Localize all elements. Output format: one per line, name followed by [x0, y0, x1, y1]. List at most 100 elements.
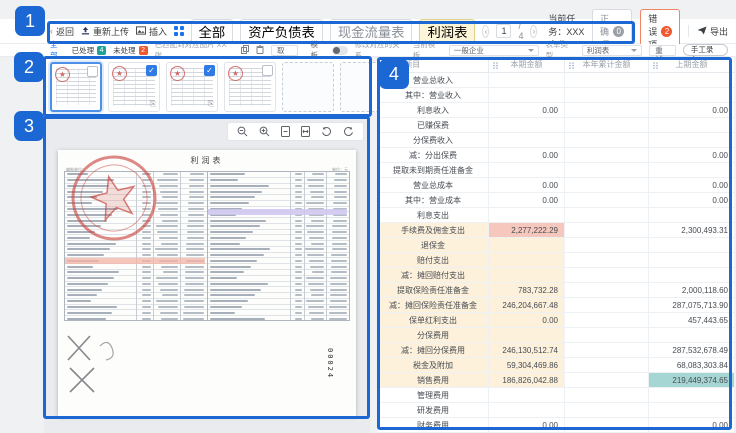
- table-row[interactable]: 分保费收入: [378, 133, 734, 148]
- page-next-button[interactable]: ›: [530, 25, 537, 38]
- zoom-in-icon[interactable]: [259, 126, 270, 137]
- current-amount-cell[interactable]: 0.00: [488, 103, 564, 117]
- form-type-select[interactable]: 利润表: [582, 45, 643, 56]
- current-amount-cell[interactable]: 186,826,042.88: [488, 373, 564, 387]
- current-amount-cell[interactable]: [488, 88, 564, 102]
- rotate-right-icon[interactable]: [343, 126, 354, 137]
- table-row[interactable]: 提取未到期责任准备金: [378, 163, 734, 178]
- table-row[interactable]: 营业总收入: [378, 73, 734, 88]
- back-button[interactable]: ‹ 返回: [50, 25, 74, 38]
- ytd-amount-cell[interactable]: [564, 313, 648, 327]
- fit-width-icon[interactable]: [301, 126, 310, 137]
- retry-button[interactable]: 重试: [649, 45, 676, 56]
- manual-entry-button[interactable]: 手工录入: [683, 44, 728, 56]
- ytd-amount-cell[interactable]: [564, 403, 648, 417]
- ytd-amount-cell[interactable]: [564, 373, 648, 387]
- prior-amount-cell[interactable]: 0.00: [648, 148, 734, 162]
- prior-amount-cell[interactable]: [648, 208, 734, 222]
- current-amount-cell[interactable]: 59,304,469.86: [488, 358, 564, 372]
- thumbnail-empty-slot[interactable]: [282, 62, 334, 112]
- prior-amount-cell[interactable]: [648, 388, 734, 402]
- table-row[interactable]: 销售费用186,826,042.88219,449,374.65: [378, 373, 734, 388]
- column-header-current[interactable]: 本期金额: [488, 57, 564, 72]
- table-row[interactable]: 退保金: [378, 238, 734, 253]
- current-template-select[interactable]: 一般企业: [449, 45, 539, 56]
- current-amount-cell[interactable]: 0.00: [488, 193, 564, 207]
- processed-filter-tab[interactable]: 已处理 4: [72, 45, 107, 56]
- ytd-amount-cell[interactable]: [564, 163, 648, 177]
- ytd-amount-cell[interactable]: [564, 133, 648, 147]
- current-amount-cell[interactable]: [488, 268, 564, 282]
- thumbnail-item[interactable]: ★: [224, 62, 276, 112]
- current-amount-cell[interactable]: 783,732.28: [488, 283, 564, 297]
- grid-view-icon[interactable]: [174, 26, 184, 36]
- prior-amount-cell[interactable]: 2,000,118.60: [648, 283, 734, 297]
- column-header-ytd[interactable]: 本年累计金额: [564, 57, 648, 72]
- thumbnail-checkbox[interactable]: ✓: [204, 65, 215, 76]
- prior-amount-cell[interactable]: 0.00: [648, 178, 734, 192]
- table-row[interactable]: 营业总成本0.000.00: [378, 178, 734, 193]
- prior-amount-cell[interactable]: [648, 268, 734, 282]
- prior-amount-cell[interactable]: [648, 403, 734, 417]
- ytd-amount-cell[interactable]: [564, 88, 648, 102]
- prior-amount-cell[interactable]: 457,443.65: [648, 313, 734, 327]
- table-row[interactable]: 管理费用: [378, 388, 734, 403]
- prior-amount-cell[interactable]: 0.00: [648, 103, 734, 117]
- table-row[interactable]: 减：摊回保险责任准备金246,204,667.48287,075,713.90: [378, 298, 734, 313]
- ytd-amount-cell[interactable]: [564, 208, 648, 222]
- thumbnail-checkbox[interactable]: [87, 66, 98, 77]
- insert-button[interactable]: 插入: [136, 25, 167, 38]
- prior-amount-cell[interactable]: 0.00: [648, 418, 734, 432]
- reupload-button[interactable]: 重新上传: [81, 25, 129, 38]
- table-row[interactable]: 利息收入0.000.00: [378, 103, 734, 118]
- current-amount-cell[interactable]: 246,130,512.74: [488, 343, 564, 357]
- thumbnail-item[interactable]: ★✓⎘: [108, 62, 160, 112]
- prior-amount-cell[interactable]: [648, 328, 734, 342]
- current-amount-cell[interactable]: [488, 208, 564, 222]
- current-amount-cell[interactable]: 0.00: [488, 178, 564, 192]
- table-row[interactable]: 减：分出保费0.000.00: [378, 148, 734, 163]
- ytd-amount-cell[interactable]: [564, 103, 648, 117]
- current-amount-cell[interactable]: 0.00: [488, 313, 564, 327]
- template-toggle[interactable]: [332, 46, 348, 55]
- prior-amount-cell[interactable]: 287,532,678.49: [648, 343, 734, 357]
- page-prev-button[interactable]: ‹: [482, 25, 489, 38]
- ytd-amount-cell[interactable]: [564, 358, 648, 372]
- ytd-amount-cell[interactable]: [564, 118, 648, 132]
- prior-amount-cell[interactable]: [648, 238, 734, 252]
- current-amount-cell[interactable]: 246,204,667.48: [488, 298, 564, 312]
- prior-amount-cell[interactable]: [648, 73, 734, 87]
- page-number-input[interactable]: 1: [496, 24, 511, 38]
- thumbnail-item[interactable]: ★: [50, 62, 102, 112]
- prior-amount-cell[interactable]: 219,449,374.65: [648, 373, 734, 387]
- trash-icon[interactable]: [256, 45, 264, 56]
- ytd-amount-cell[interactable]: [564, 418, 648, 432]
- current-amount-cell[interactable]: [488, 163, 564, 177]
- table-row[interactable]: 分保费用: [378, 328, 734, 343]
- current-amount-cell[interactable]: 0.00: [488, 148, 564, 162]
- ytd-amount-cell[interactable]: [564, 388, 648, 402]
- table-row[interactable]: 已赚保费: [378, 118, 734, 133]
- table-row[interactable]: 手续费及佣金支出2,277,222.292,300,493.31: [378, 223, 734, 238]
- fit-page-icon[interactable]: [281, 126, 290, 137]
- current-amount-cell[interactable]: [488, 238, 564, 252]
- table-row[interactable]: 提取保险责任准备金783,732.282,000,118.60: [378, 283, 734, 298]
- current-amount-cell[interactable]: [488, 328, 564, 342]
- current-amount-cell[interactable]: [488, 118, 564, 132]
- table-row[interactable]: 保单红利支出0.00457,443.65: [378, 313, 734, 328]
- ytd-amount-cell[interactable]: [564, 148, 648, 162]
- table-row[interactable]: 赔付支出: [378, 253, 734, 268]
- prior-amount-cell[interactable]: [648, 133, 734, 147]
- table-row[interactable]: 减：摊回赔付支出: [378, 268, 734, 283]
- prior-amount-cell[interactable]: [648, 118, 734, 132]
- scanned-document-page[interactable]: 利润表 编制单位： 单位：元: [58, 150, 356, 416]
- thumbnail-checkbox[interactable]: ✓: [146, 65, 157, 76]
- cancel-button[interactable]: 取消: [271, 45, 298, 56]
- unprocessed-filter-tab[interactable]: 未处理 2: [113, 45, 148, 56]
- prior-amount-cell[interactable]: [648, 163, 734, 177]
- table-row[interactable]: 财务费用0.000.00: [378, 418, 734, 433]
- table-row[interactable]: 减：摊回分保费用246,130,512.74287,532,678.49: [378, 343, 734, 358]
- table-row[interactable]: 研发费用: [378, 403, 734, 418]
- copy-icon[interactable]: [241, 45, 249, 56]
- ytd-amount-cell[interactable]: [564, 73, 648, 87]
